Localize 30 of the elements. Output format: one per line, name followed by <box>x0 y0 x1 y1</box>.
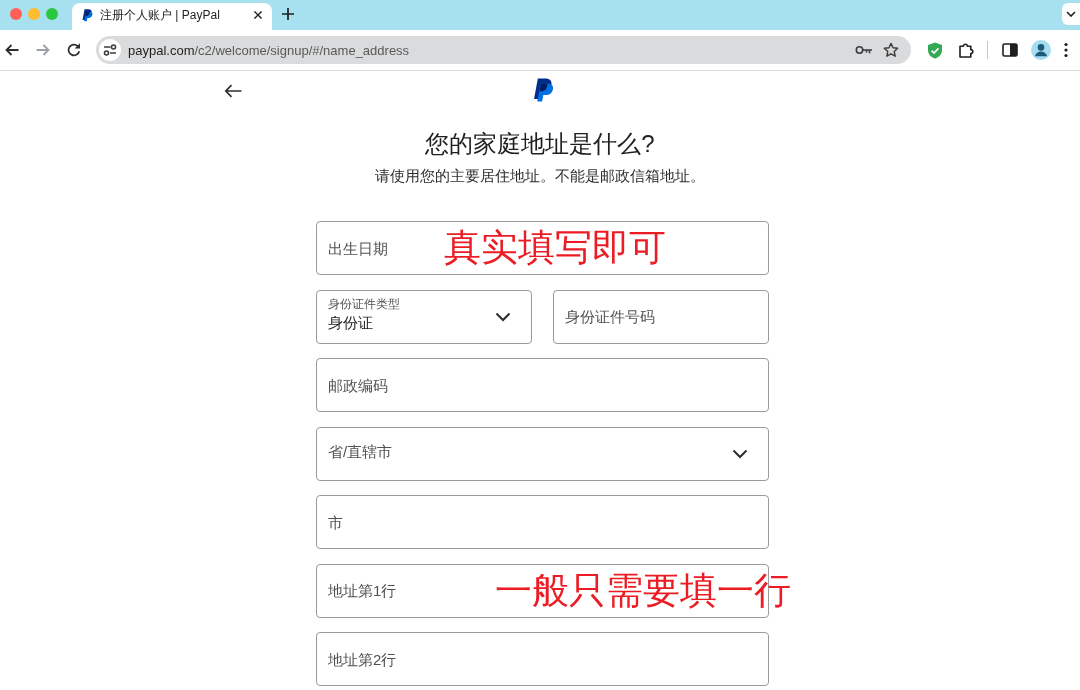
address-bar[interactable]: paypal.com/c2/welcome/signup/#/name_address <box>96 36 911 64</box>
back-arrow-icon[interactable] <box>224 83 242 98</box>
chevron-down-icon <box>1066 11 1076 17</box>
text-input-field[interactable]: 市 <box>316 495 769 549</box>
profile-icon[interactable] <box>1031 40 1051 60</box>
page-subtitle: 请使用您的主要居住地址。不能是邮政信箱地址。 <box>374 166 706 186</box>
star-icon[interactable] <box>883 42 899 58</box>
page-heading: 您的家庭地址是什么? <box>424 129 656 159</box>
plus-icon[interactable] <box>282 8 294 20</box>
logo-icon <box>533 78 554 103</box>
browser-tab[interactable]: 注册个人账户 | PayPal <box>72 3 272 30</box>
text-input-field[interactable]: 地址第2行 <box>316 632 769 686</box>
dropdown-select[interactable]: 省/直辖市 <box>316 426 769 481</box>
text-input-field[interactable]: 邮政编码 <box>316 358 769 412</box>
logo-icon <box>82 8 93 22</box>
tune-icon[interactable] <box>99 39 121 61</box>
side-panel-icon[interactable] <box>1002 43 1018 57</box>
annotation-text: 真实填写即可 <box>444 227 666 269</box>
close-icon[interactable] <box>253 10 263 20</box>
back-arrow-icon[interactable] <box>4 42 20 58</box>
puzzle-icon[interactable] <box>958 42 974 58</box>
tab-search-button[interactable] <box>1062 3 1080 25</box>
text-input-field[interactable]: 身份证件号码 <box>553 289 769 344</box>
shield-icon[interactable] <box>927 41 943 59</box>
reload-icon[interactable] <box>66 42 82 58</box>
key-icon[interactable] <box>855 43 873 57</box>
chevron-down-icon <box>495 311 511 322</box>
dropdown-select[interactable]: 身份证件类型 身份证 <box>316 289 532 344</box>
chevron-down-icon <box>732 448 748 459</box>
more-menu-icon[interactable] <box>1064 42 1068 58</box>
